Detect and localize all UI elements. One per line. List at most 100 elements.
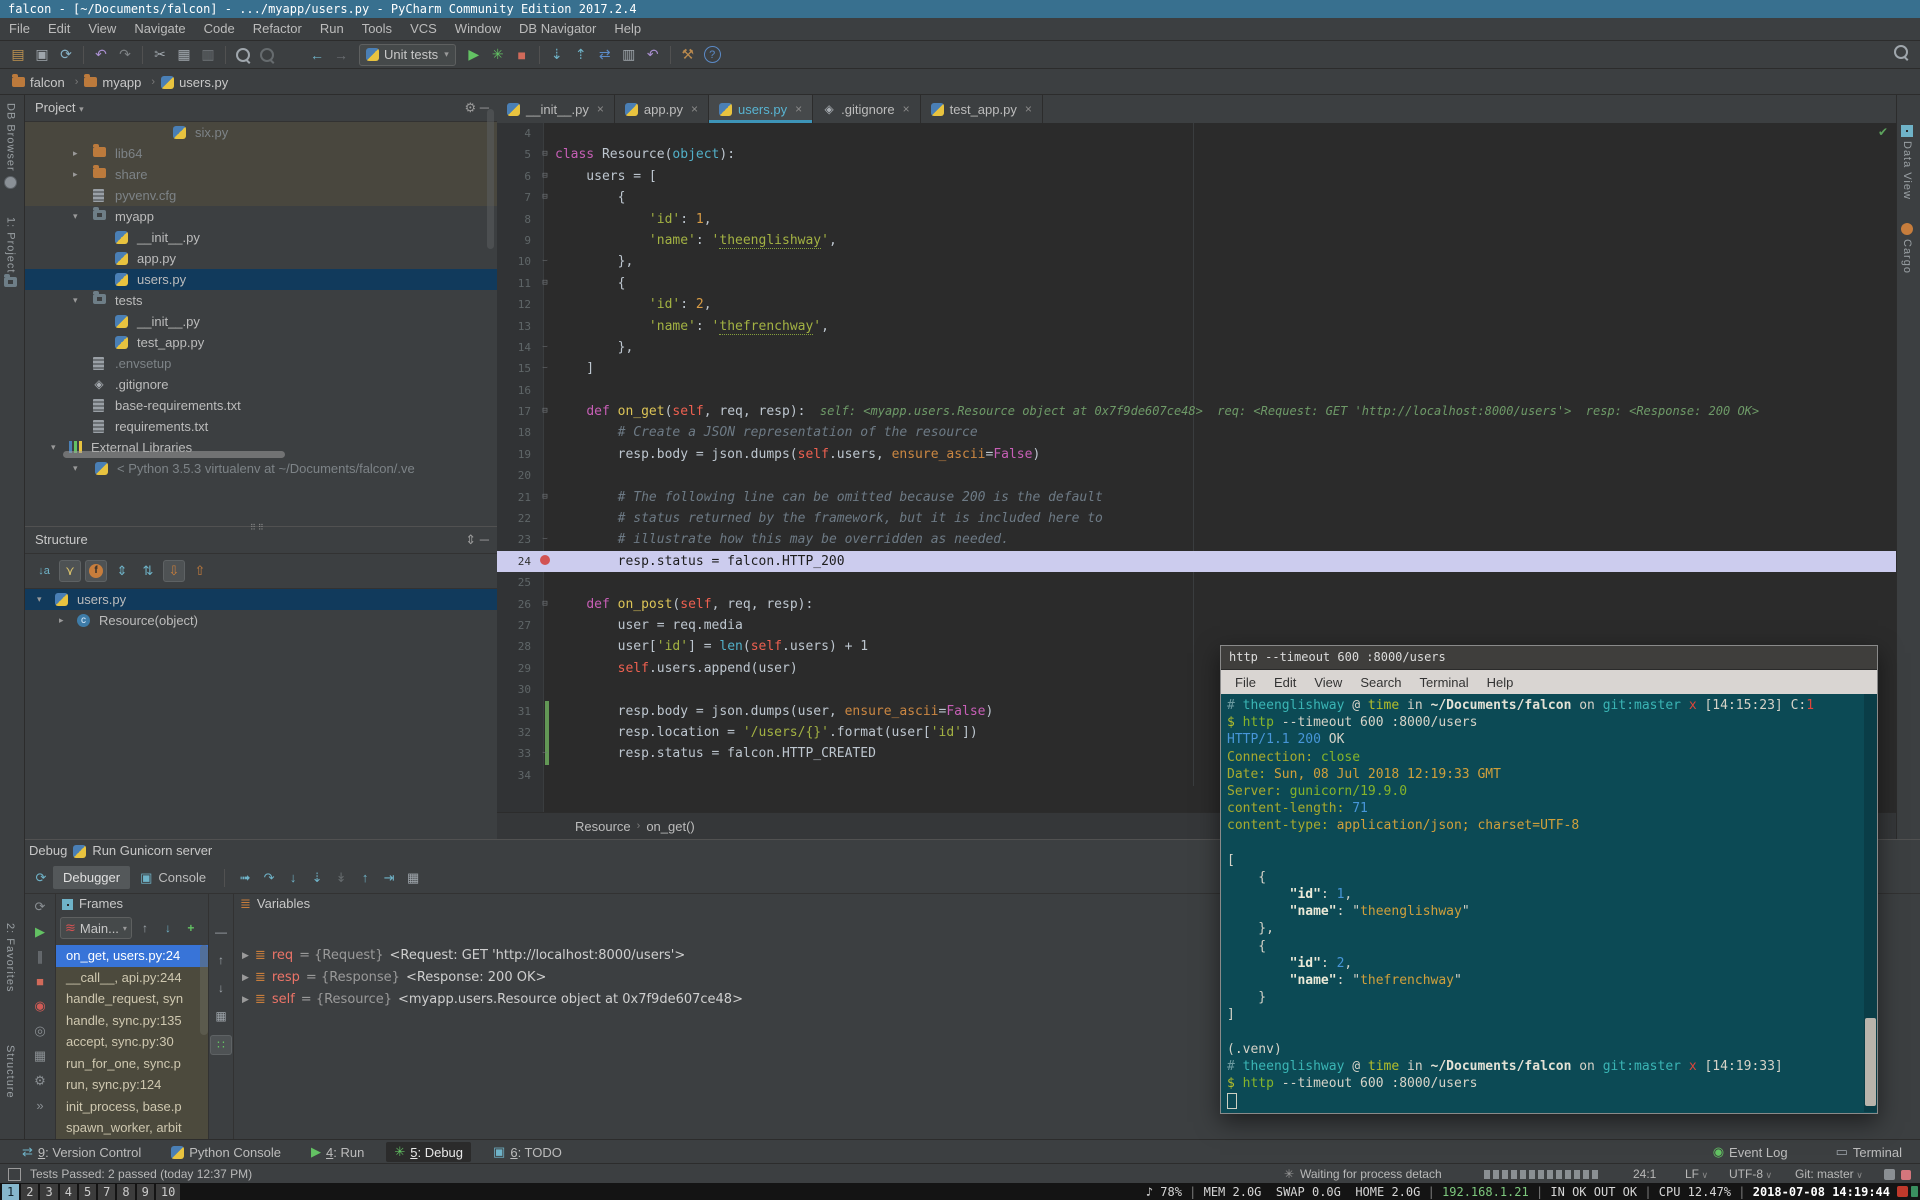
code-line[interactable]: 8 'id': 1, bbox=[497, 209, 1896, 230]
tree-item[interactable]: __init__.py bbox=[25, 227, 497, 248]
code-line[interactable]: 24 resp.status = falcon.HTTP_200 bbox=[497, 551, 1896, 572]
settings-icon[interactable]: ⚙ bbox=[465, 100, 477, 115]
frame-item[interactable]: spawn_worker, arbit bbox=[56, 1117, 208, 1139]
terminal-menu-edit[interactable]: Edit bbox=[1266, 675, 1304, 690]
frame-item[interactable]: __call__, api.py:244 bbox=[56, 967, 208, 989]
expand-icon[interactable]: ▶ bbox=[242, 967, 249, 989]
stop-icon[interactable]: ■ bbox=[510, 44, 534, 66]
code-line[interactable]: 7⊟ { bbox=[497, 187, 1896, 208]
copy-stack-icon[interactable]: ▦ bbox=[211, 1007, 231, 1025]
close-tab-icon[interactable]: × bbox=[1025, 102, 1032, 116]
tree-item[interactable]: .envsetup bbox=[25, 353, 497, 374]
close-tab-icon[interactable]: × bbox=[903, 102, 910, 116]
vcs-update-icon[interactable]: ⇣ bbox=[545, 44, 569, 66]
breadcrumb-method[interactable]: on_get() bbox=[646, 819, 694, 834]
tmux-window-8[interactable]: 8 bbox=[117, 1184, 134, 1200]
tool-window-button-run[interactable]: ▶4: Run bbox=[303, 1142, 372, 1162]
tmux-window-7[interactable]: 7 bbox=[98, 1184, 115, 1200]
structure-panel-header[interactable]: Structure ⇕ ─ bbox=[25, 527, 497, 554]
settings-icon[interactable]: ⚙ bbox=[34, 1073, 46, 1089]
menu-file[interactable]: File bbox=[0, 18, 39, 40]
code-line[interactable]: 20 bbox=[497, 465, 1896, 486]
tree-item[interactable]: base-requirements.txt bbox=[25, 395, 497, 416]
line-ending-selector[interactable]: LF ∨ bbox=[1685, 1164, 1708, 1185]
sidebar-tab-favorites[interactable]: 2: Favorites bbox=[4, 923, 16, 992]
frame-item[interactable]: handle_request, syn bbox=[56, 988, 208, 1010]
terminal-menu-help[interactable]: Help bbox=[1479, 675, 1522, 690]
tmux-window-1[interactable]: 1 bbox=[2, 1184, 19, 1200]
undo-icon[interactable]: ↶ bbox=[89, 44, 113, 66]
rerun-icon[interactable]: ⟳ bbox=[35, 899, 46, 915]
autoscroll-from-source-icon[interactable]: ⇧ bbox=[189, 560, 211, 582]
pause-icon[interactable]: ∥ bbox=[37, 949, 44, 965]
help-icon[interactable]: ? bbox=[704, 46, 721, 63]
tree-item[interactable]: app.py bbox=[25, 248, 497, 269]
editor-tab--gitignore[interactable]: ◈.gitignore× bbox=[813, 95, 921, 123]
tree-item[interactable]: ▾< Python 3.5.3 virtualenv at ~/Document… bbox=[25, 458, 497, 479]
menu-edit[interactable]: Edit bbox=[39, 18, 79, 40]
close-tab-icon[interactable]: × bbox=[691, 102, 698, 116]
status-grid-icon[interactable] bbox=[8, 1168, 21, 1181]
terminal-scrollbar[interactable] bbox=[1864, 694, 1877, 1112]
group-methods-icon[interactable]: ⋎ bbox=[59, 560, 81, 582]
rollback-icon[interactable]: ↶ bbox=[641, 44, 665, 66]
collapse-all-icon[interactable]: ⇅ bbox=[137, 560, 159, 582]
rerun-icon[interactable]: ⟳ bbox=[29, 867, 53, 889]
sidebar-tab-cargo[interactable]: Cargo bbox=[1901, 223, 1913, 274]
back-icon[interactable]: ← bbox=[305, 44, 329, 66]
open-icon[interactable]: ▤ bbox=[6, 44, 30, 66]
tree-item[interactable]: ▸lib64 bbox=[25, 143, 497, 164]
menu-run[interactable]: Run bbox=[311, 18, 353, 40]
search-everywhere-icon[interactable] bbox=[1894, 45, 1908, 62]
debug-bug-icon[interactable]: ✳ bbox=[486, 44, 510, 66]
tree-item[interactable]: __init__.py bbox=[25, 311, 497, 332]
code-line[interactable]: 25 bbox=[497, 572, 1896, 593]
frame-item[interactable]: accept, sync.py:30 bbox=[56, 1031, 208, 1053]
project-scrollbar-horizontal[interactable] bbox=[63, 451, 285, 458]
tmux-window-9[interactable]: 9 bbox=[137, 1184, 154, 1200]
breadcrumb-item[interactable]: myapp bbox=[84, 75, 141, 90]
terminal-menu-file[interactable]: File bbox=[1227, 675, 1264, 690]
sidebar-tab-structure[interactable]: Structure bbox=[4, 1045, 16, 1099]
editor-tab-users-py[interactable]: users.py× bbox=[709, 95, 813, 123]
tree-item[interactable]: ▾myapp bbox=[25, 206, 497, 227]
threads-view-icon[interactable]: ∷ bbox=[210, 1035, 232, 1055]
terminal-menu-terminal[interactable]: Terminal bbox=[1412, 675, 1477, 690]
tree-expand-icon[interactable]: ▾ bbox=[73, 290, 78, 311]
tree-expand-icon[interactable]: ▸ bbox=[59, 610, 64, 631]
expand-panel-icon[interactable]: ⇕ bbox=[465, 532, 476, 547]
terminal-menu-search[interactable]: Search bbox=[1352, 675, 1409, 690]
edit-config-icon[interactable]: ⚒ bbox=[676, 44, 700, 66]
code-line[interactable]: 13 'name': 'thefrenchway', bbox=[497, 316, 1896, 337]
breadcrumb-item[interactable]: falcon bbox=[12, 75, 65, 90]
restore-layout-icon[interactable]: ▦ bbox=[34, 1048, 46, 1064]
code-line[interactable]: 21⊟ # The following line can be omitted … bbox=[497, 487, 1896, 508]
tree-item[interactable]: ◈.gitignore bbox=[25, 374, 497, 395]
menu-window[interactable]: Window bbox=[446, 18, 510, 40]
stop-debug-icon[interactable]: ■ bbox=[36, 974, 44, 989]
code-line[interactable]: 14⌣ }, bbox=[497, 337, 1896, 358]
run-icon[interactable]: ▶ bbox=[462, 44, 486, 66]
autoscroll-to-source-icon[interactable]: ⇩ bbox=[163, 560, 185, 582]
next-frame-icon[interactable]: ↓ bbox=[211, 979, 231, 997]
prev-frame-icon[interactable]: ↑ bbox=[211, 951, 231, 969]
breadcrumb-item[interactable]: users.py bbox=[161, 75, 228, 90]
tool-window-button-python-console[interactable]: Python Console bbox=[163, 1143, 289, 1162]
force-step-into-icon[interactable]: ↡ bbox=[329, 867, 353, 889]
tree-item[interactable]: ▾tests bbox=[25, 290, 497, 311]
step-into-my-code-icon[interactable]: ⇣ bbox=[305, 867, 329, 889]
terminal-output[interactable]: # theenglishway @ time in ~/Documents/fa… bbox=[1221, 694, 1877, 1112]
frame-item[interactable]: run, sync.py:124 bbox=[56, 1074, 208, 1096]
tool-window-button-terminal[interactable]: ▭Terminal bbox=[1828, 1142, 1910, 1162]
code-line[interactable]: 10⌣ }, bbox=[497, 251, 1896, 272]
breadcrumb-class[interactable]: Resource bbox=[575, 819, 631, 834]
hide-frames-icon[interactable]: — bbox=[211, 923, 231, 941]
menu-view[interactable]: View bbox=[79, 18, 125, 40]
code-line[interactable]: 19 resp.body = json.dumps(self.users, en… bbox=[497, 444, 1896, 465]
encoding-selector[interactable]: UTF-8 ∨ bbox=[1729, 1164, 1772, 1185]
code-line[interactable]: 17⊟ def on_get(self, req, resp): self: <… bbox=[497, 401, 1896, 422]
terminal-menu-view[interactable]: View bbox=[1306, 675, 1350, 690]
copy-icon[interactable]: ▦ bbox=[172, 44, 196, 66]
changes-icon[interactable]: ▥ bbox=[617, 44, 641, 66]
window-title-bar[interactable]: falcon - [~/Documents/falcon] - .../myap… bbox=[0, 0, 1920, 18]
